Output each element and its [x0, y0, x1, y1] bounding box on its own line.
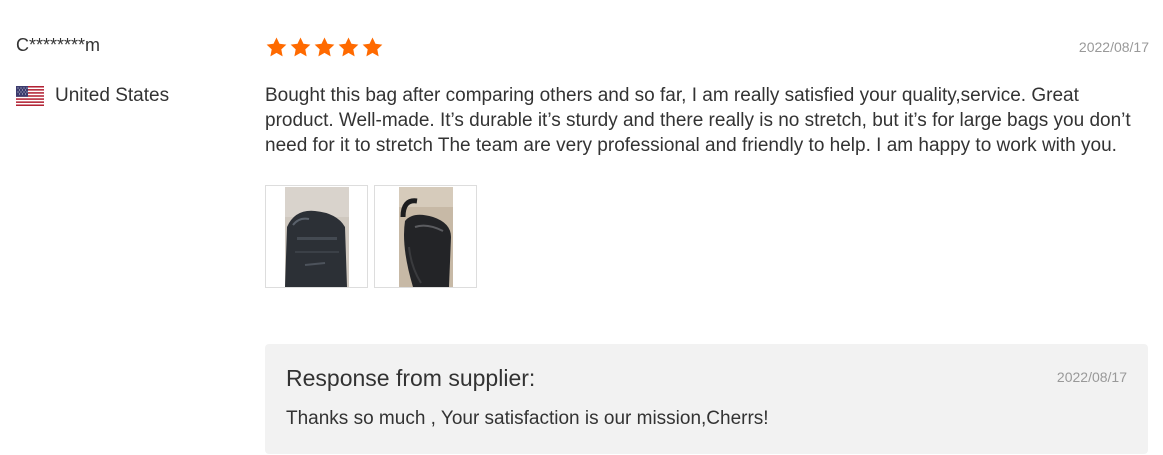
star-icon	[266, 36, 287, 56]
review-photo-1[interactable]	[265, 185, 368, 288]
review-date: 2022/08/17	[1078, 39, 1149, 55]
us-flag-icon	[16, 86, 44, 106]
response-date: 2022/08/17	[1056, 369, 1127, 385]
review-text: Bought this bag after comparing others a…	[265, 85, 1131, 156]
country-name: United States	[55, 85, 170, 106]
response-text: Thanks so much , Your satisfaction is ou…	[286, 408, 769, 429]
star-icon	[362, 36, 383, 56]
star-icon	[314, 36, 335, 56]
reviewer-info: C********m United States	[16, 34, 246, 108]
star-icon	[290, 36, 311, 56]
bag-photo-icon	[398, 186, 453, 287]
review-header: 2022/08/17	[265, 30, 1149, 64]
supplier-response: Response from supplier: 2022/08/17 Thank…	[265, 344, 1148, 454]
star-icon	[338, 36, 359, 56]
star-rating	[265, 36, 384, 59]
review-photo-2[interactable]	[374, 185, 477, 288]
bag-photo-icon	[284, 186, 349, 287]
review-body: 2022/08/17 Bought this bag after compari…	[265, 30, 1149, 288]
reviewer-name: C********m	[16, 35, 101, 55]
review-photos	[265, 185, 1149, 288]
response-title: Response from supplier:	[286, 365, 536, 391]
reviewer-country: United States	[16, 84, 246, 108]
